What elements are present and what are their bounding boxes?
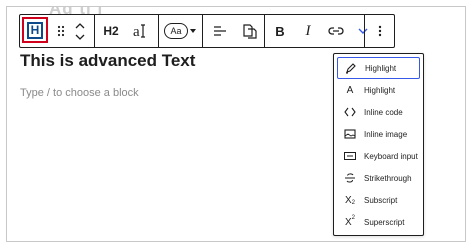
drag-handle-icon <box>57 25 65 37</box>
toolbar-divider <box>264 15 265 47</box>
menu-item-label: Inline image <box>364 129 408 139</box>
heading-level-label: H2 <box>103 24 119 38</box>
superscript-mark: 2 <box>351 215 355 221</box>
italic-button[interactable]: I <box>294 15 322 47</box>
superscript-x-glyph: X <box>344 216 352 228</box>
block-placeholder[interactable]: Type / to choose a block <box>20 87 139 99</box>
format-dropdown-menu: Highlight A Highlight Inline code Inline… <box>333 53 424 236</box>
font-size-label: Aa <box>170 26 182 36</box>
menu-item-label: Inline code <box>364 107 403 117</box>
toolbar-divider <box>202 15 203 47</box>
menu-item-label: Strikethrough <box>364 173 412 183</box>
menu-item-label: Keyboard input <box>364 151 418 161</box>
link-icon <box>328 27 344 35</box>
block-type-button[interactable]: H <box>22 17 48 43</box>
vertical-ellipsis-icon <box>378 25 382 37</box>
strikethrough-icon <box>343 171 357 185</box>
letter-a-glyph: A <box>346 84 354 96</box>
move-buttons <box>72 15 88 47</box>
highlighter-icon <box>344 61 358 75</box>
align-left-icon <box>214 26 226 36</box>
editor-frame: Ad ti l H H2 a Aa B I This is advanced T… <box>6 6 466 242</box>
heading-block-icon: H <box>27 21 43 39</box>
italic-label: I <box>305 22 311 39</box>
bold-button[interactable]: B <box>266 15 294 47</box>
duplicate-button[interactable] <box>236 15 264 47</box>
menu-item-strikethrough[interactable]: Strikethrough <box>337 167 420 189</box>
heading-level-button[interactable]: H2 <box>96 15 126 47</box>
menu-item-label: Highlight <box>364 85 396 95</box>
bold-label: B <box>275 23 285 39</box>
block-toolbar: H H2 a Aa B I <box>19 14 395 48</box>
move-up-icon[interactable] <box>75 22 85 29</box>
menu-item-label: Highlight <box>365 63 397 73</box>
link-button[interactable] <box>322 15 350 47</box>
menu-item-inline-image[interactable]: Inline image <box>337 123 420 145</box>
drag-handle[interactable] <box>54 15 68 47</box>
menu-item-superscript[interactable]: X2 Superscript <box>337 211 420 233</box>
options-button[interactable] <box>366 15 394 47</box>
svg-text:a: a <box>133 24 140 40</box>
menu-item-subscript[interactable]: X2 Subscript <box>337 189 420 211</box>
superscript-icon: X2 <box>343 215 357 229</box>
menu-item-highlight-marker[interactable]: Highlight <box>337 57 420 79</box>
menu-item-inline-code[interactable]: Inline code <box>337 101 420 123</box>
menu-item-label: Superscript <box>364 217 405 227</box>
letter-a-icon: A <box>343 83 357 97</box>
font-size-dropdown[interactable]: Aa <box>160 15 200 47</box>
heading-block[interactable]: This is advanced Text <box>20 51 195 71</box>
text-style-icon: a <box>133 24 145 40</box>
code-icon <box>343 105 357 119</box>
font-size-icon: Aa <box>164 23 188 39</box>
menu-item-keyboard-input[interactable]: Keyboard input <box>337 145 420 167</box>
toolbar-divider <box>158 15 159 47</box>
toolbar-divider <box>94 15 95 47</box>
subscript-icon: X2 <box>343 193 357 207</box>
subscript-x-glyph: X <box>344 194 352 206</box>
duplicate-icon <box>243 24 257 39</box>
align-button[interactable] <box>204 15 236 47</box>
image-icon <box>343 127 357 141</box>
menu-item-highlight-color[interactable]: A Highlight <box>337 79 420 101</box>
text-style-button[interactable]: a <box>126 15 156 47</box>
block-type-letter: H <box>30 23 40 37</box>
caret-down-icon <box>190 29 196 33</box>
menu-item-label: Subscript <box>364 195 398 205</box>
move-down-icon[interactable] <box>75 34 85 40</box>
keyboard-icon <box>343 149 357 163</box>
toolbar-divider <box>364 15 365 47</box>
subscript-mark: 2 <box>351 200 355 206</box>
